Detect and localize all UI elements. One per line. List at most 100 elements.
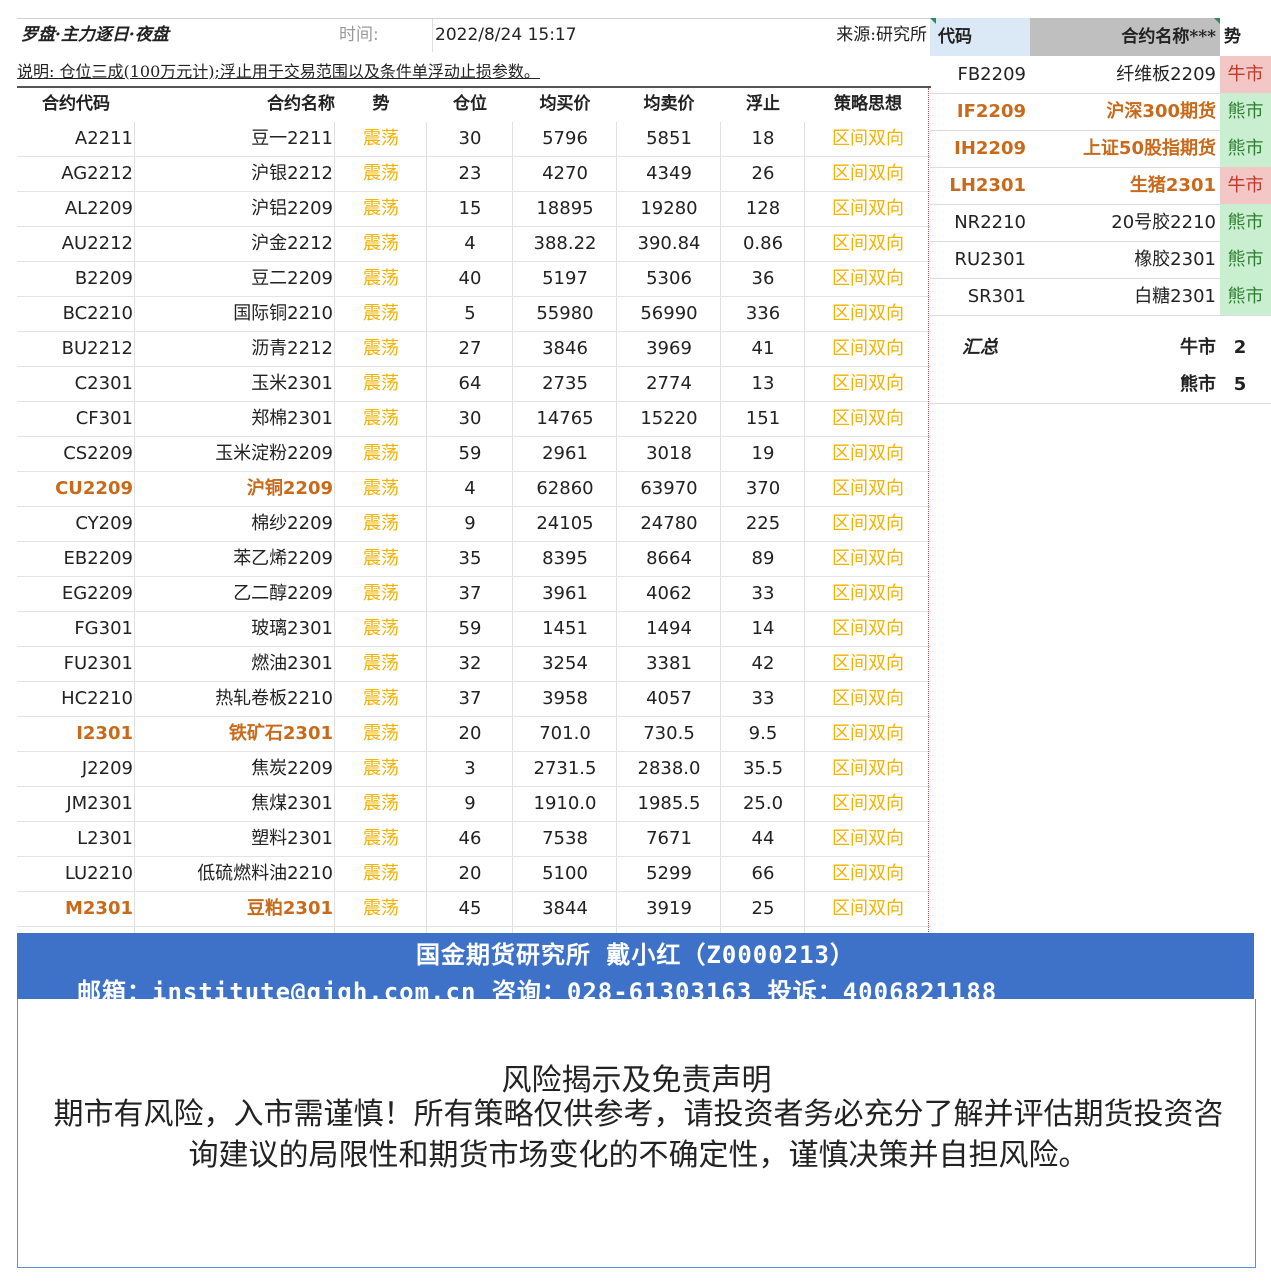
cell-name: 低硫燃料油2210 xyxy=(197,863,333,884)
cell-code: BU2212 xyxy=(61,338,133,359)
cell-trend: 震荡 xyxy=(363,618,399,639)
cell-name: 焦炭2209 xyxy=(251,758,333,779)
cell-code: EB2209 xyxy=(63,548,133,569)
table-row: B2209 豆二2209 震荡 40 5197 5306 36 区间双向 xyxy=(17,262,931,297)
contact-line: 邮箱：institute@gjqh.com.cn 咨询：028-61303163… xyxy=(77,978,998,999)
col-header-float-stop: 浮止 xyxy=(746,94,780,114)
cell-position: 27 xyxy=(458,338,482,359)
cell-float-stop: 14 xyxy=(751,618,775,639)
side-cell-name: 上证50股指期货 xyxy=(1082,138,1216,159)
table-header: 合约代码 合约名称 势 仓位 均买价 均卖价 浮止 策略思想 xyxy=(17,88,931,120)
disclaimer-box: 风险揭示及免责声明 期市有风险，入市需谨慎！所有策略仅供参考，请投资者务必充分了… xyxy=(17,999,1256,1268)
cell-code: EG2209 xyxy=(61,583,133,604)
cell-avg-buy: 1910.0 xyxy=(533,793,597,814)
side-cell-code: IH2209 xyxy=(954,138,1026,159)
cell-avg-buy: 3961 xyxy=(542,583,588,604)
side-cell-trend: 牛市 xyxy=(1220,167,1271,204)
cell-code: L2301 xyxy=(77,828,133,849)
report-title: 罗盘·主力逐日·夜盘 xyxy=(21,25,169,45)
cell-name: 沪银2212 xyxy=(251,163,333,184)
cell-position: 3 xyxy=(464,758,476,779)
cell-strategy: 区间双向 xyxy=(832,303,904,324)
cell-code: FU2301 xyxy=(63,653,133,674)
cell-strategy: 区间双向 xyxy=(832,443,904,464)
cell-name: 焦煤2301 xyxy=(251,793,333,814)
cell-position: 37 xyxy=(458,688,482,709)
cell-name: 沪铜2209 xyxy=(246,478,333,499)
bear-label: 熊市 xyxy=(1180,374,1216,395)
cell-float-stop: 0.86 xyxy=(742,233,784,254)
cell-avg-buy: 2731.5 xyxy=(533,758,597,779)
cell-float-stop: 41 xyxy=(751,338,775,359)
cell-float-stop: 42 xyxy=(751,653,775,674)
cell-code: CS2209 xyxy=(63,443,133,464)
table-row: J2209 焦炭2209 震荡 3 2731.5 2838.0 35.5 区间双向 xyxy=(17,752,931,787)
bear-count: 5 xyxy=(1233,374,1247,395)
cell-avg-buy: 5197 xyxy=(542,268,588,289)
cell-name: 燃油2301 xyxy=(251,653,333,674)
col-header-avg-sell: 均卖价 xyxy=(643,94,695,114)
table-row: FU2301 燃油2301 震荡 32 3254 3381 42 区间双向 xyxy=(17,647,931,682)
comment-marker-icon xyxy=(1214,18,1220,24)
cell-avg-sell: 3018 xyxy=(646,443,692,464)
cell-avg-sell: 3969 xyxy=(646,338,692,359)
cell-avg-sell: 24780 xyxy=(640,513,698,534)
col-header-name: 合约名称 xyxy=(267,94,335,114)
table-row: L2301 塑料2301 震荡 46 7538 7671 44 区间双向 xyxy=(17,822,931,857)
cell-avg-buy: 4270 xyxy=(542,163,588,184)
contact-banner: 国金期货研究所 戴小红（Z0000213） 邮箱：institute@gjqh.… xyxy=(17,933,1254,999)
table-row: JM2301 焦煤2301 震荡 9 1910.0 1985.5 25.0 区间双向 xyxy=(17,787,931,822)
cell-float-stop: 89 xyxy=(751,548,775,569)
cell-avg-sell: 2774 xyxy=(646,373,692,394)
cell-avg-sell: 1985.5 xyxy=(637,793,701,814)
institute-line: 国金期货研究所 戴小红（Z0000213） xyxy=(415,941,856,969)
cell-avg-buy: 8395 xyxy=(542,548,588,569)
side-header-name: 合约名称*** xyxy=(1030,18,1220,56)
cell-strategy: 区间双向 xyxy=(832,828,904,849)
cell-code: FG301 xyxy=(74,618,133,639)
cell-float-stop: 9.5 xyxy=(748,723,778,744)
cell-name: 豆粕2301 xyxy=(246,898,333,919)
cell-float-stop: 151 xyxy=(745,408,781,429)
cell-code: J2209 xyxy=(81,758,133,779)
source-label: 来源:研究所 xyxy=(836,25,927,45)
cell-strategy: 区间双向 xyxy=(832,758,904,779)
cell-avg-buy: 3958 xyxy=(542,688,588,709)
cell-trend: 震荡 xyxy=(363,233,399,254)
cell-strategy: 区间双向 xyxy=(832,233,904,254)
cell-code: M2301 xyxy=(64,898,133,919)
side-cell-name: 白糖2301 xyxy=(1134,286,1216,307)
cell-strategy: 区间双向 xyxy=(832,653,904,674)
cell-strategy: 区间双向 xyxy=(832,583,904,604)
cell-position: 59 xyxy=(458,618,482,639)
side-cell-trend: 熊市 xyxy=(1220,278,1271,315)
cell-avg-sell: 1494 xyxy=(646,618,692,639)
cell-avg-sell: 19280 xyxy=(640,198,698,219)
side-cell-name: 纤维板2209 xyxy=(1116,64,1216,85)
time-label: 时间: xyxy=(339,25,379,45)
side-cell-code: NR2210 xyxy=(954,212,1026,233)
side-row: FB2209 纤维板2209 牛市 xyxy=(930,56,1271,94)
col-header-code: 合约代码 xyxy=(42,94,110,114)
cell-name: 乙二醇2209 xyxy=(233,583,333,604)
cell-strategy: 区间双向 xyxy=(832,863,904,884)
table-row: AL2209 沪铝2209 震荡 15 18895 19280 128 区间双向 xyxy=(17,192,931,227)
cell-position: 9 xyxy=(464,513,476,534)
cell-float-stop: 370 xyxy=(745,478,781,499)
cell-name: 沪金2212 xyxy=(251,233,333,254)
contract-table: A2211 豆一2211 震荡 30 5796 5851 18 区间双向 AG2212 沪银221… xyxy=(17,122,931,962)
cell-position: 23 xyxy=(458,163,482,184)
side-row: IF2209 沪深300期货 熊市 xyxy=(930,93,1271,131)
cell-float-stop: 26 xyxy=(751,163,775,184)
cell-trend: 震荡 xyxy=(363,758,399,779)
cell-name: 玉米淀粉2209 xyxy=(215,443,333,464)
side-cell-code: RU2301 xyxy=(954,249,1027,270)
comment-marker-icon xyxy=(930,18,936,24)
table-row: HC2210 热轧卷板2210 震荡 37 3958 4057 33 区间双向 xyxy=(17,682,931,717)
cell-avg-buy: 701.0 xyxy=(539,723,591,744)
cell-avg-sell: 5306 xyxy=(646,268,692,289)
cell-name: 玉米2301 xyxy=(251,373,333,394)
disclaimer-title: 风险揭示及免责声明 xyxy=(501,1063,772,1098)
cell-code: A2211 xyxy=(74,128,133,149)
cell-position: 5 xyxy=(464,303,476,324)
